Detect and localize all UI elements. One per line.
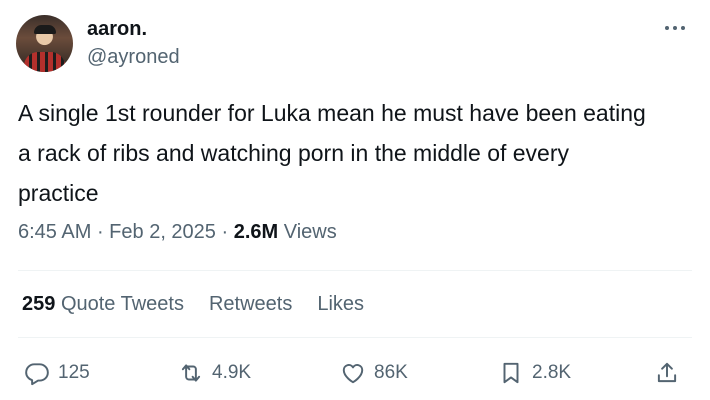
bookmark-button[interactable]: 2.8K: [498, 355, 571, 391]
avatar-shirt: [24, 52, 65, 72]
quote-tweets-link[interactable]: 259 Quote Tweets: [22, 293, 184, 316]
tweet-date[interactable]: Feb 2, 2025: [109, 221, 216, 243]
more-icon: [665, 26, 685, 30]
tweet-meta: 6:45 AM · Feb 2, 2025 · 2.6M Views: [18, 221, 337, 244]
share-button[interactable]: [654, 355, 680, 391]
tweet-text: A single 1st rounder for Luka mean he mu…: [18, 100, 646, 206]
engagement-stats: 259 Quote Tweets Retweets Likes: [22, 293, 364, 316]
divider: [18, 270, 692, 271]
views-label: Views: [283, 221, 337, 243]
user-handle[interactable]: @ayroned: [87, 46, 180, 69]
meta-separator: ·: [96, 221, 110, 243]
quote-label: Quote Tweets: [60, 293, 184, 315]
divider: [18, 337, 692, 338]
action-bar: 125 4.9K 86K 2.8K: [0, 355, 710, 391]
like-button[interactable]: 86K: [340, 355, 408, 391]
retweet-button[interactable]: 4.9K: [178, 355, 251, 391]
like-count: 86K: [374, 362, 408, 383]
reply-button[interactable]: 125: [24, 355, 90, 391]
retweet-icon: [181, 364, 201, 382]
bookmark-count: 2.8K: [532, 362, 572, 383]
avatar[interactable]: [16, 15, 73, 72]
meta-separator: ·: [221, 221, 234, 243]
reply-icon: [25, 363, 49, 386]
reply-count: 125: [58, 362, 90, 383]
retweets-link[interactable]: Retweets: [209, 293, 292, 316]
likes-link[interactable]: Likes: [317, 293, 364, 316]
like-icon: [342, 364, 364, 384]
views-count: 2.6M: [233, 221, 279, 243]
more-button[interactable]: [662, 18, 688, 38]
bookmark-icon: [503, 362, 519, 384]
display-name[interactable]: aaron.: [87, 18, 147, 41]
tweet-time[interactable]: 6:45 AM: [18, 221, 91, 243]
quote-count: 259: [22, 293, 56, 315]
retweet-count: 4.9K: [212, 362, 252, 383]
share-icon: [657, 362, 677, 383]
avatar-cap: [34, 25, 56, 34]
